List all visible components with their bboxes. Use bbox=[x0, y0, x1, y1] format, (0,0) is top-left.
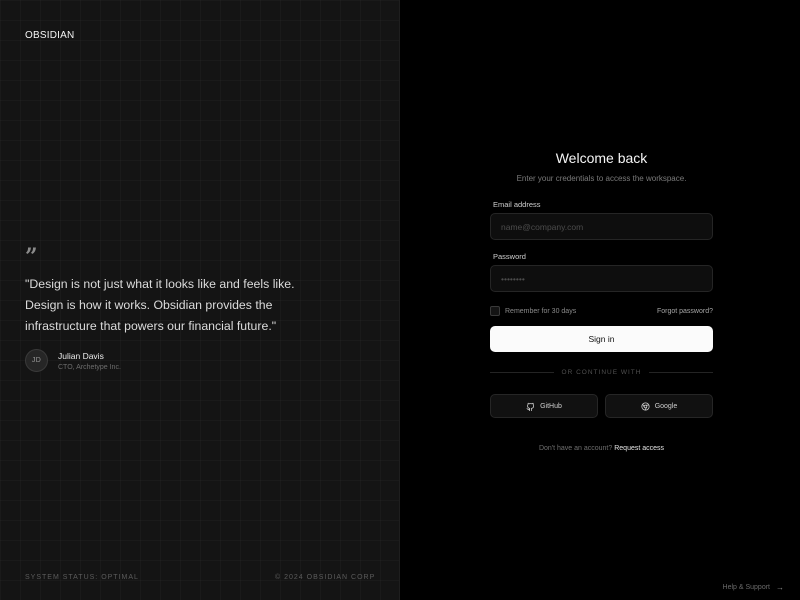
quote-icon: ” bbox=[25, 244, 38, 270]
request-access-link[interactable]: Request access bbox=[614, 445, 664, 452]
remember-checkbox[interactable] bbox=[490, 306, 500, 316]
divider-line bbox=[649, 372, 714, 373]
social-login: GitHub Google bbox=[490, 394, 713, 418]
signup-text: Don't have an account? bbox=[538, 445, 613, 452]
divider-line bbox=[490, 372, 554, 373]
system-status: SYSTEM STATUS: OPTIMAL bbox=[25, 574, 139, 581]
github-label: GitHub bbox=[540, 402, 562, 410]
login-form: Welcome back Enter your credentials to a… bbox=[490, 150, 714, 452]
brand-logo: OBSIDIAN bbox=[25, 30, 75, 41]
testimonial-author: JD Julian Davis CTO, Archetype Inc. bbox=[25, 349, 121, 372]
signup-prompt: Don't have an account? Request access bbox=[490, 445, 713, 452]
testimonial-quote: "Design is not just what it looks like a… bbox=[25, 277, 295, 333]
arrow-right-icon: → bbox=[776, 583, 784, 592]
google-label: Google bbox=[654, 402, 678, 410]
divider-label: OR CONTINUE WITH bbox=[561, 369, 642, 376]
copyright: © 2024 OBSIDIAN CORP bbox=[275, 574, 376, 581]
page-subtitle: Enter your credentials to access the wor… bbox=[516, 174, 687, 183]
author-role: CTO, Archetype Inc. bbox=[58, 363, 121, 371]
avatar: JD bbox=[25, 349, 48, 372]
help-label: Help & Support bbox=[722, 584, 770, 591]
google-icon bbox=[641, 401, 650, 411]
password-field[interactable] bbox=[490, 265, 713, 292]
forgot-password-link[interactable]: Forgot password? bbox=[657, 308, 713, 315]
remember-label: Remember for 30 days bbox=[505, 307, 577, 315]
divider: OR CONTINUE WITH bbox=[490, 369, 714, 376]
sign-in-button[interactable]: Sign in bbox=[490, 326, 713, 352]
password-label: Password bbox=[493, 252, 526, 261]
author-name: Julian Davis bbox=[58, 350, 104, 361]
help-support-link[interactable]: Help & Support → bbox=[723, 583, 784, 592]
remember-me[interactable]: Remember for 30 days bbox=[490, 306, 576, 316]
brand-panel: OBSIDIAN ” "Design is not just what it l… bbox=[0, 0, 400, 600]
github-icon bbox=[526, 402, 535, 411]
google-button[interactable]: Google bbox=[605, 394, 713, 418]
form-options: Remember for 30 days Forgot password? bbox=[490, 306, 713, 316]
email-field[interactable] bbox=[490, 213, 713, 240]
login-panel: Welcome back Enter your credentials to a… bbox=[400, 0, 800, 600]
email-label: Email address bbox=[493, 200, 541, 209]
page-title: Welcome back bbox=[555, 150, 648, 166]
author-meta: Julian Davis CTO, Archetype Inc. bbox=[58, 351, 121, 371]
github-button[interactable]: GitHub bbox=[490, 394, 598, 418]
